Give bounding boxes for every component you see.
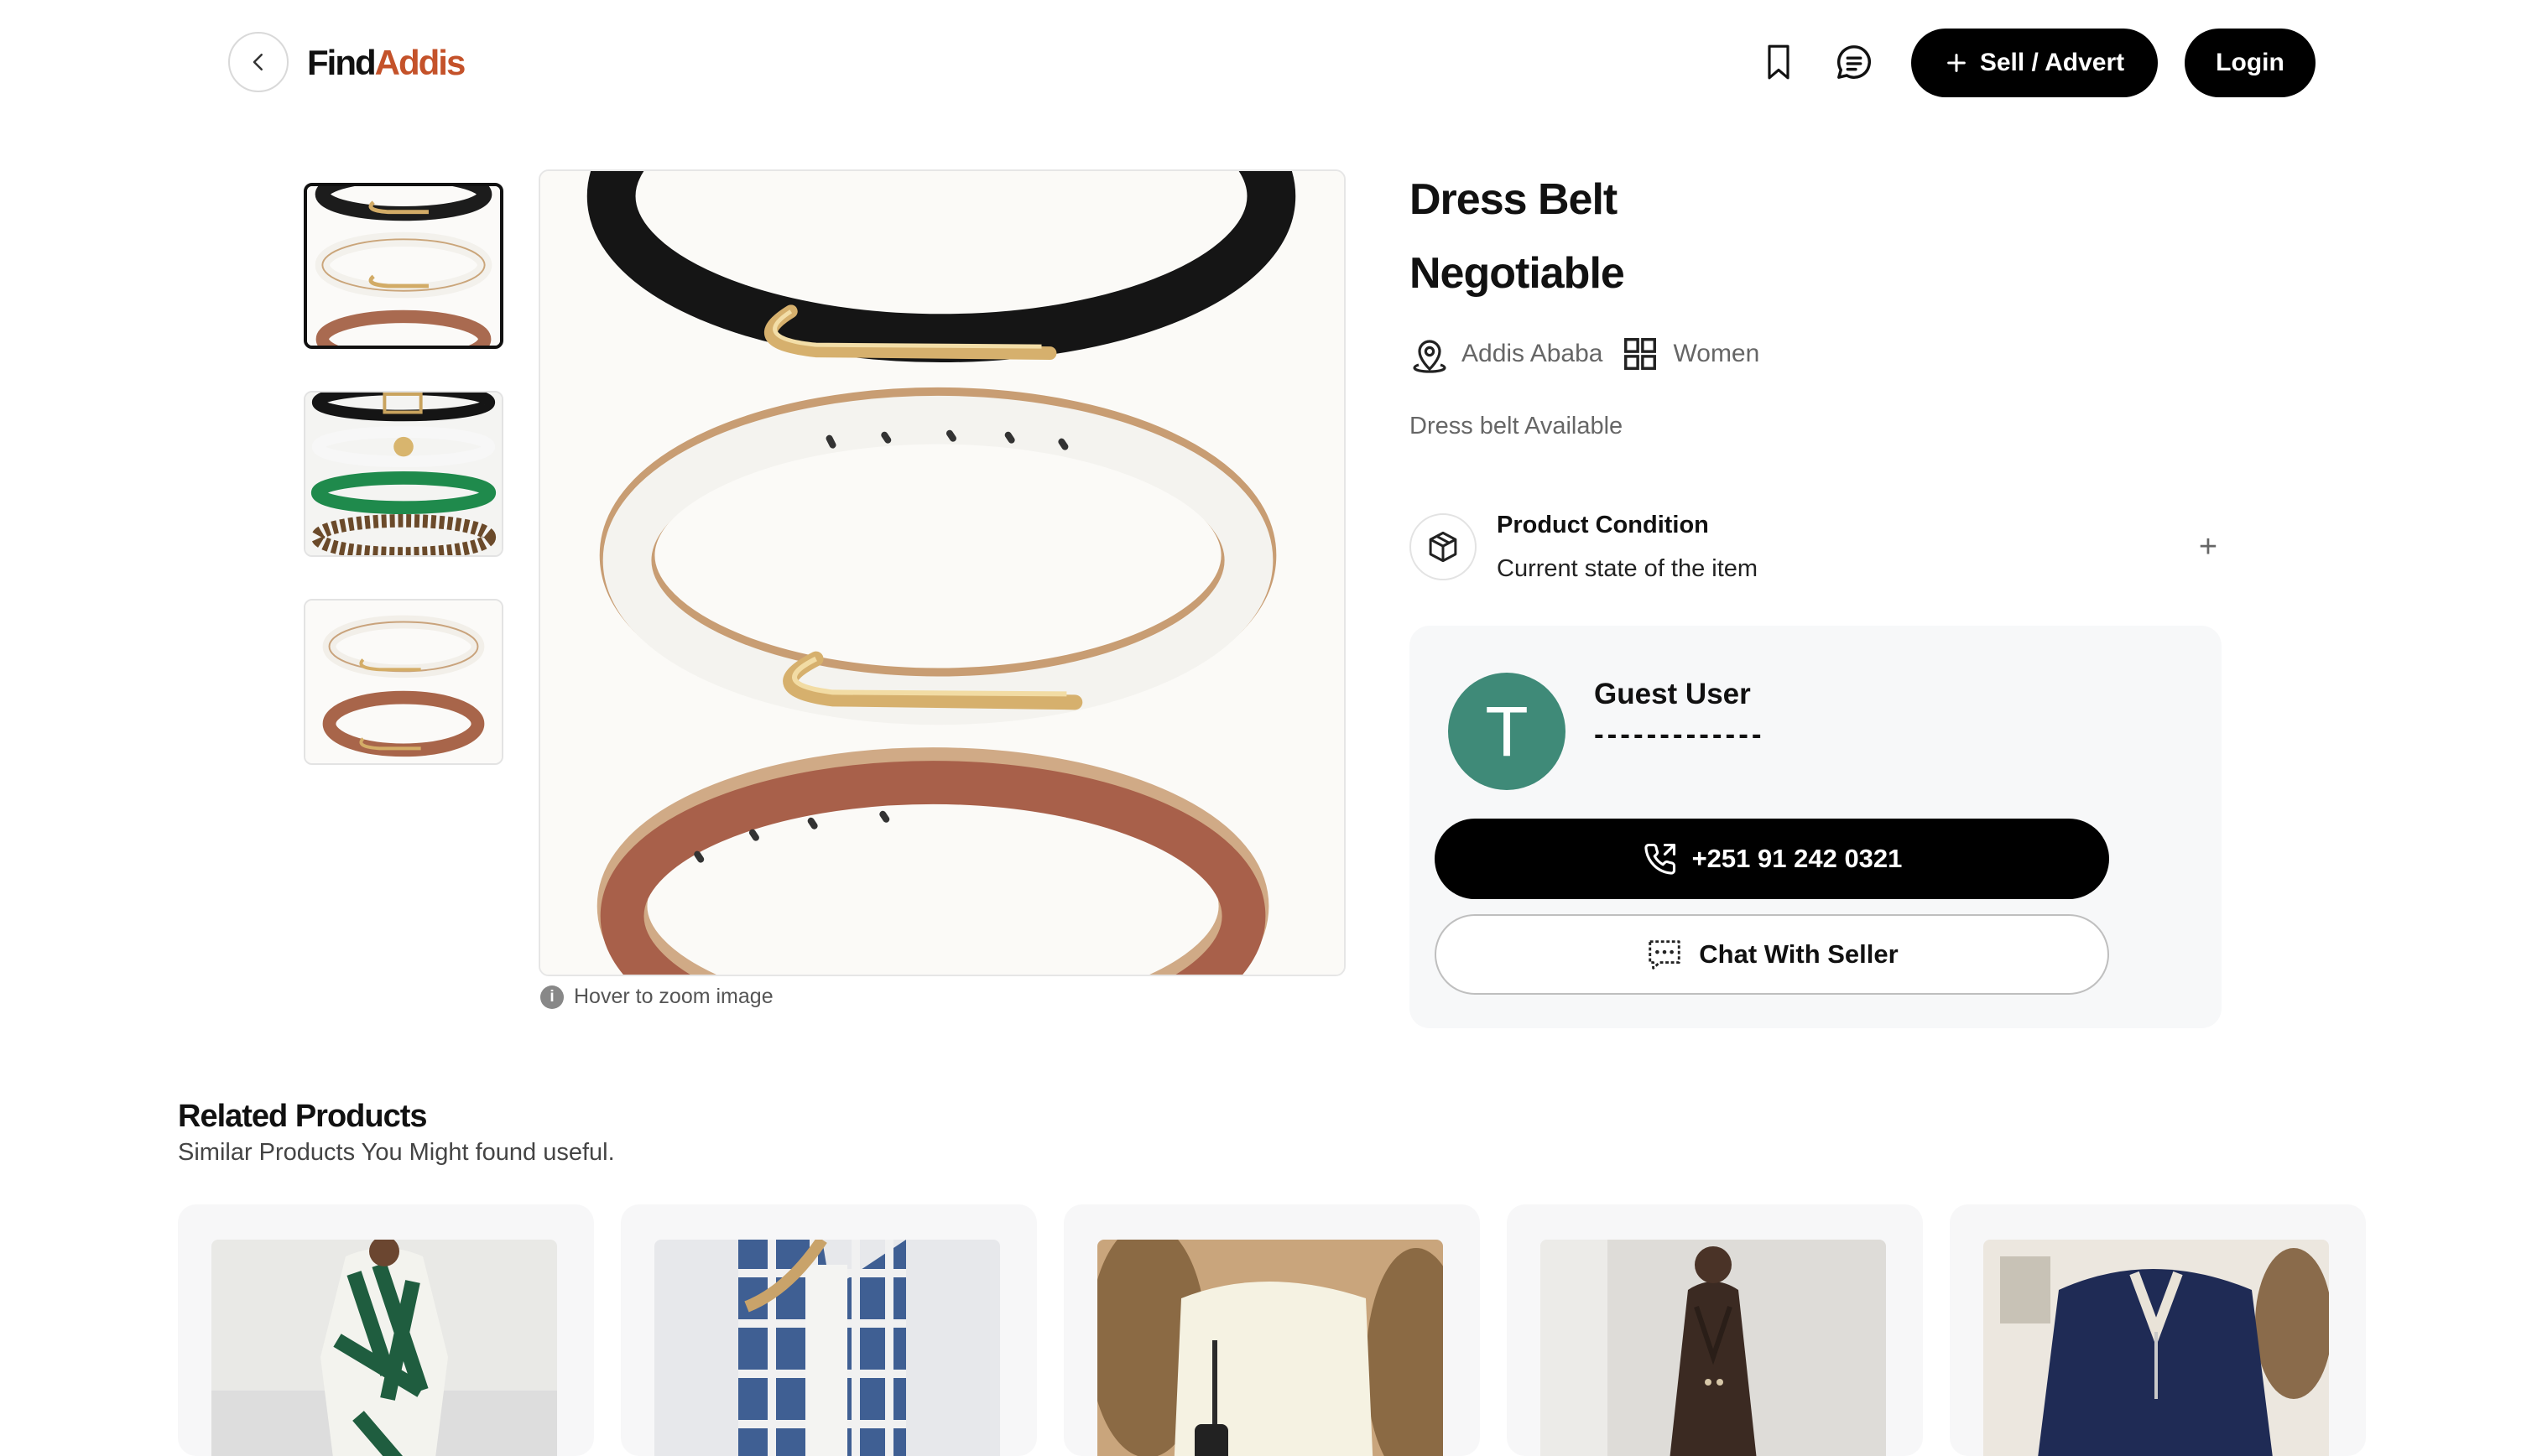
sell-advert-button[interactable]: Sell / Advert: [1911, 29, 2158, 97]
logo-find: Find: [307, 43, 377, 82]
related-product-card[interactable]: [1507, 1204, 1923, 1456]
chat-label: Chat With Seller: [1699, 939, 1899, 969]
chevron-left-icon: [253, 54, 263, 70]
chat-with-seller-button[interactable]: Chat With Seller: [1435, 914, 2109, 995]
phone-number: +251 91 242 0321: [1691, 844, 1903, 873]
box-icon: [1429, 531, 1457, 563]
related-product-image: [1983, 1240, 2329, 1456]
back-button[interactable]: [228, 32, 289, 92]
location-text: Addis Ababa: [1461, 340, 1603, 367]
messages-button[interactable]: [1831, 39, 1878, 86]
chat-icon: [1649, 940, 1680, 970]
bookmark-button[interactable]: [1755, 39, 1802, 86]
avatar: T: [1448, 673, 1565, 790]
belt-thumbnail-image: [307, 186, 500, 346]
logo[interactable]: FindAddis: [307, 40, 466, 86]
product-price: Negotiable: [1409, 249, 1625, 298]
related-products-title: Related Products: [178, 1099, 428, 1134]
main-product-image[interactable]: [539, 169, 1346, 976]
login-button[interactable]: Login: [2185, 29, 2316, 97]
plus-icon: [1947, 54, 1966, 72]
thumbnail-1[interactable]: [304, 183, 503, 349]
related-product-image: [1540, 1240, 1886, 1456]
condition-title: Product Condition: [1497, 512, 1709, 538]
related-product-card[interactable]: [178, 1204, 594, 1456]
seller-placeholder: -------------: [1594, 718, 1765, 751]
related-products-subtitle: Similar Products You Might found useful.: [178, 1139, 615, 1166]
related-product-image: [654, 1240, 1000, 1456]
login-label: Login: [2216, 49, 2284, 76]
zoom-hint: i Hover to zoom image: [540, 985, 774, 1009]
call-seller-button[interactable]: +251 91 242 0321: [1435, 819, 2109, 899]
product-title: Dress Belt: [1409, 175, 1618, 224]
seller-name: Guest User: [1594, 678, 1751, 710]
related-product-card[interactable]: [1064, 1204, 1480, 1456]
category-grid-icon: [1624, 338, 1657, 370]
product-meta: Addis Ababa Women: [1409, 334, 1759, 374]
condition-icon-wrap: [1409, 513, 1477, 580]
related-product-image: [1097, 1240, 1443, 1456]
dress-belt-image: [540, 171, 1344, 975]
belt-pair-thumbnail-image: [305, 601, 502, 763]
zoom-hint-text: Hover to zoom image: [574, 985, 774, 1008]
phone-call-icon: [1644, 843, 1675, 875]
category-text: Women: [1673, 340, 1760, 367]
belt-set-thumbnail-image: [305, 393, 502, 555]
related-product-card[interactable]: [1950, 1204, 2366, 1456]
related-product-card[interactable]: [621, 1204, 1037, 1456]
sell-advert-label: Sell / Advert: [1979, 49, 2125, 76]
thumbnail-3[interactable]: [304, 599, 503, 765]
logo-addis: Addis: [374, 43, 466, 82]
product-description: Dress belt Available: [1409, 413, 1623, 439]
message-icon: [1836, 45, 1871, 79]
info-icon: i: [540, 985, 564, 1009]
related-product-image: [211, 1240, 557, 1456]
condition-subtitle: Current state of the item: [1497, 555, 1758, 582]
expand-condition-button[interactable]: +: [2191, 529, 2225, 564]
bookmark-icon: [1768, 44, 1789, 80]
thumbnail-2[interactable]: [304, 391, 503, 557]
location-pin-icon: [1413, 340, 1446, 373]
